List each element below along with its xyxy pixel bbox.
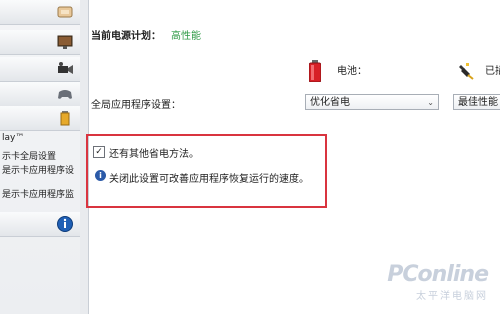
battery-label: 电池：	[337, 66, 367, 77]
video-camera-icon	[58, 62, 73, 74]
sidebar-link-app-settings[interactable]: 是示卡应用程序设	[2, 163, 80, 176]
sidebar-item-monitor[interactable]	[0, 30, 80, 55]
display-icon	[57, 6, 73, 18]
info-icon: i	[95, 170, 106, 181]
sidebar-text-play: lay™	[2, 133, 25, 143]
sidebar-item-display[interactable]	[0, 0, 80, 25]
info-icon	[57, 216, 73, 232]
global-app-settings-label: 全局应用程序设置：	[91, 100, 181, 111]
sidebar: lay™ 示卡全局设置 是示卡应用程序设 是示卡应用程序监	[0, 0, 81, 314]
plug-icon	[459, 63, 474, 80]
sidebar-item-games[interactable]	[0, 82, 80, 107]
watermark-logo: PConline	[387, 262, 489, 287]
other-power-saving-checkbox[interactable]: ✓	[93, 146, 105, 158]
sidebar-link-app-monitor[interactable]: 是示卡应用程序监	[2, 187, 80, 200]
sidebar-link-global-settings[interactable]: 示卡全局设置	[2, 149, 80, 162]
watermark-subtitle: 太平洋电脑网	[416, 291, 488, 302]
power-plan-value: 高性能	[171, 31, 201, 42]
plugged-profile-select[interactable]: 最佳性能	[453, 94, 500, 110]
watermark: PConline 太平洋电脑网	[387, 262, 489, 302]
plugged-profile-value: 最佳性能	[458, 97, 498, 108]
sidebar-item-info[interactable]	[0, 212, 80, 237]
chevron-down-icon: ⌄	[427, 98, 434, 107]
plugged-in-label: 已插	[485, 66, 500, 77]
info-message: 关闭此设置可改善应用程序恢复运行的速度。	[109, 174, 309, 185]
main-panel: 当前电源计划： 高性能 电池： 已插 全局应用程序设置： 优化省电 ⌄ 最佳性能…	[86, 0, 500, 314]
gamepad-icon	[58, 90, 72, 99]
battery-status-icon	[309, 60, 321, 82]
sidebar-item-video[interactable]	[0, 57, 80, 82]
other-power-saving-label[interactable]: 还有其他省电方法。	[109, 145, 199, 160]
battery-profile-value: 优化省电	[310, 97, 350, 108]
sidebar-item-power[interactable]	[0, 106, 80, 131]
battery-icon	[60, 111, 70, 126]
power-plan-label: 当前电源计划：	[91, 31, 161, 42]
battery-profile-select[interactable]: 优化省电 ⌄	[305, 94, 439, 110]
monitor-icon	[57, 35, 73, 49]
